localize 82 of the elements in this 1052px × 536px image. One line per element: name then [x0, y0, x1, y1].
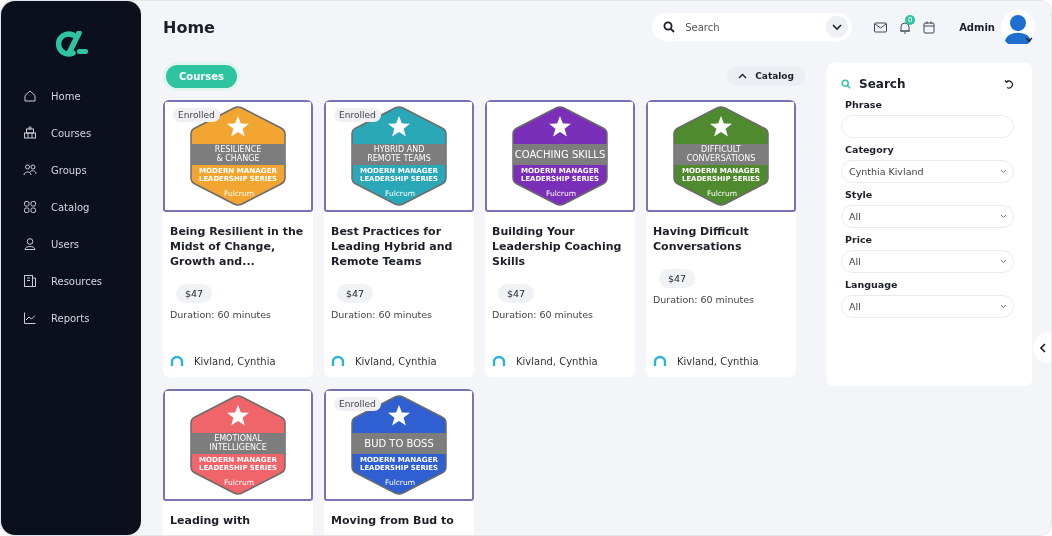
reset-icon[interactable]: [1004, 79, 1014, 89]
user-icon: [23, 237, 37, 251]
chevron-icon: [738, 73, 748, 79]
sidebar-item[interactable]: Resources: [23, 272, 141, 290]
badge-title: RESILIENCE: [214, 145, 262, 154]
badge-title: COACHING SKILLS: [514, 149, 606, 160]
price-tag: $47: [176, 284, 213, 303]
price-tag: $47: [337, 284, 374, 303]
field-label: Category: [844, 144, 895, 155]
badge-title: INTELLIGENCE: [209, 443, 267, 452]
calendar-icon[interactable]: [923, 20, 936, 34]
search-icon: [663, 21, 676, 33]
course-title[interactable]: Best Practices for Leading Hybrid and Remote Teams: [331, 224, 467, 269]
logo-icon: [53, 31, 89, 57]
resources-icon: [23, 274, 37, 288]
headset-icon: [492, 355, 506, 367]
instructor-name: Kivland, Cynthia: [355, 355, 437, 367]
sidebar-item[interactable]: Reports: [23, 309, 141, 327]
course-title[interactable]: Leading with: [170, 513, 251, 528]
user-name[interactable]: Admin: [959, 21, 995, 33]
sidebar-item[interactable]: Courses: [23, 124, 141, 142]
chevron-down-icon: [1000, 304, 1007, 309]
badge-title: DIFFICULT: [701, 145, 741, 154]
badge-title: EMOTIONAL: [214, 434, 262, 443]
home-icon: [23, 89, 37, 103]
star-icon: [388, 405, 410, 426]
star-icon: [710, 116, 732, 137]
instructor-name: Kivland, Cynthia: [677, 355, 759, 367]
chevron-down-icon: [1000, 214, 1007, 219]
headset-icon: [170, 355, 184, 367]
instructor-name: Kivland, Cynthia: [194, 355, 276, 367]
course-duration: Duration: 60 minutes: [331, 309, 433, 320]
field-label: Language: [844, 279, 899, 290]
sidebar-item[interactable]: Groups: [23, 161, 141, 179]
headset-icon: [653, 355, 667, 367]
star-icon: [227, 405, 249, 426]
badge-title: BUD TO BOSS: [364, 438, 434, 449]
chevron-down-icon: [832, 23, 843, 31]
dropdown-button[interactable]: [826, 16, 849, 38]
enrolled-tag: Enrolled: [334, 397, 381, 411]
star-icon: [549, 116, 571, 137]
search-input[interactable]: Search: [683, 20, 819, 34]
course-duration: Duration: 60 minutes: [653, 294, 755, 305]
course-duration: Duration: 60 minutes: [170, 309, 272, 320]
catalog-icon: [23, 200, 37, 214]
sidebar-item[interactable]: Users: [23, 235, 141, 253]
price-tag: $47: [659, 269, 696, 288]
headset-icon: [331, 355, 345, 367]
catalog-toggle[interactable]: Catalog: [727, 66, 805, 86]
badge-title: CONVERSATIONS: [686, 154, 756, 163]
mail-icon[interactable]: [874, 21, 888, 33]
page-title: Home: [163, 17, 215, 37]
filter-title: Search: [859, 77, 907, 91]
field-label: Phrase: [844, 99, 883, 110]
course-title[interactable]: Being Resilient in the Midst of Change, Growth and...: [170, 224, 306, 269]
badge-title: & CHANGE: [216, 154, 260, 163]
enrolled-tag: Enrolled: [334, 108, 381, 122]
sidebar-item[interactable]: Home: [23, 87, 141, 105]
bell-icon[interactable]: [899, 20, 912, 34]
groups-icon: [23, 163, 37, 177]
field-label: Price: [844, 234, 873, 245]
badge-title: REMOTE TEAMS: [367, 154, 431, 163]
sidebar-item[interactable]: Catalog: [23, 198, 141, 216]
search-icon: [841, 79, 851, 89]
course-title[interactable]: Having Difficult Conversations: [653, 224, 789, 254]
chevron-down-icon: [1000, 259, 1007, 264]
chevron-down-icon: [1000, 169, 1007, 174]
price-tag: $47: [498, 284, 535, 303]
chevron-left-icon: [1040, 343, 1046, 353]
field-label: Style: [844, 189, 874, 200]
course-title[interactable]: Building Your Leadership Coaching Skills: [492, 224, 628, 269]
search-field[interactable]: Search: [652, 13, 853, 41]
badge-title: HYBRID AND: [373, 145, 425, 154]
enrolled-tag: Enrolled: [173, 108, 220, 122]
instructor-name: Kivland, Cynthia: [516, 355, 598, 367]
reports-icon: [23, 311, 37, 325]
course-duration: Duration: 60 minutes: [492, 309, 594, 320]
courses-icon: [23, 126, 37, 140]
star-icon: [227, 116, 249, 137]
star-icon: [388, 116, 410, 137]
avatar-icon[interactable]: [1001, 10, 1035, 44]
course-title[interactable]: Moving from Bud to: [331, 513, 454, 528]
